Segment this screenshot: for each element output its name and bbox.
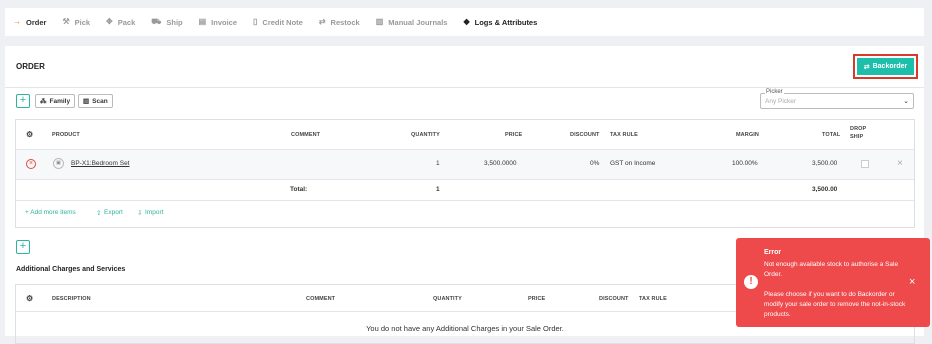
col-quantity: QUANTITY [411,132,440,138]
alert-icon: ! [744,275,758,289]
close-icon[interactable]: × [897,158,903,169]
line-tax-rule[interactable]: GST on Income [610,160,655,167]
ship-icon: ⛟ [151,17,162,26]
col-price: PRICE [505,132,523,138]
col-total: TOTAL [822,132,841,138]
col-discount: DISCOUNT [599,296,629,302]
order-lines-table: ⚙ PRODUCT COMMENT QUANTITY PRICE DISCOUN… [15,119,915,228]
tab-pack[interactable]: ✥ Pack [106,8,135,36]
scan-button[interactable]: ▥ Scan [78,94,113,108]
plus-icon: + [19,240,27,252]
col-margin: MARGIN [736,132,759,138]
col-comment: COMMENT [306,296,336,302]
col-comment: COMMENT [291,132,321,138]
add-charge-button[interactable]: + [16,240,30,254]
export-icon[interactable]: ⇪ [96,209,101,217]
col-drop: DROP [850,126,867,132]
col-quantity: QUANTITY [433,296,462,302]
import-link[interactable]: Import [145,209,163,216]
toast-title: Error [764,249,782,256]
arrow-right-icon: → [13,17,21,26]
line-price[interactable]: 3,500.0000 [484,160,517,167]
pack-icon: ✥ [106,17,113,26]
section-title: Additional Charges and Services [16,266,126,273]
backorder-label: Backorder [872,63,908,70]
picker-label: Picker [765,89,784,95]
chevron-down-icon: ⌄ [903,98,909,105]
pick-icon: ⚒ [62,17,70,26]
gear-icon[interactable]: ⚙ [26,130,33,139]
credit-note-icon: ▯ [253,17,258,26]
tab-order[interactable]: → Order [13,8,46,36]
tab-label: Invoice [211,17,238,27]
error-toast: ! Error Not enough available stock to au… [736,238,930,327]
tab-label: Manual Journals [388,17,448,27]
backorder-highlight: ⇄ Backorder [853,54,918,79]
picker-select[interactable]: Picker Any Picker ⌄ [760,89,914,109]
totals-total: 3,500.00 [812,186,838,193]
product-link[interactable]: BP-X1:Bedroom Set [71,160,130,167]
toast-message-detail: Please choose if you want to do Backorde… [764,291,906,318]
line-discount[interactable]: 0% [590,160,599,167]
tab-ship[interactable]: ⛟ Ship [151,8,182,36]
totals-row: Total: 1 3,500.00 [16,180,914,201]
col-ship: SHIP [850,134,864,140]
table-row: × ▣ BP-X1:Bedroom Set 1 3,500.0000 0% GS… [16,150,914,180]
close-icon[interactable]: × [909,276,915,288]
family-icon: ⁂ [40,98,47,105]
remove-line-icon[interactable]: × [26,159,36,169]
tab-label: Logs & Attributes [474,17,538,27]
tab-label: Pack [117,17,136,27]
col-price: PRICE [528,296,546,302]
tab-manual-journals[interactable]: ▥ Manual Journals [376,8,448,36]
tab-invoice[interactable]: ▤ Invoice [199,8,237,36]
tag-icon: ◆ [463,17,470,26]
backorder-button[interactable]: ⇄ Backorder [857,58,914,75]
divider [5,87,924,88]
col-description: DESCRIPTION [52,296,91,302]
tab-logs-attributes[interactable]: ◆ Logs & Attributes [463,8,537,36]
add-item-button[interactable]: + [16,94,30,108]
product-image-icon: ▣ [53,158,64,169]
restock-icon: ⇄ [318,17,326,26]
invoice-icon: ▤ [198,17,207,26]
tab-pick[interactable]: ⚒ Pick [62,8,90,36]
scan-label: Scan [92,97,108,105]
totals-label: Total: [290,186,308,193]
family-label: Family [49,97,71,105]
tab-label: Restock [330,17,360,27]
plus-icon: + [19,94,27,106]
toast-message: Not enough available stock to authorise … [764,261,899,278]
journal-icon: ▥ [375,17,384,26]
tab-label: Credit Note [262,17,303,27]
totals-quantity: 1 [436,186,440,193]
family-button[interactable]: ⁂ Family [35,94,76,108]
tab-bar: → Order ⚒ Pick ✥ Pack ⛟ Ship ▤ Invoice ▯ Credi… [5,8,924,36]
line-quantity[interactable]: 1 [436,160,440,167]
gear-icon[interactable]: ⚙ [26,294,33,303]
swap-icon: ⇄ [863,63,870,71]
col-tax-rule: TAX RULE [610,132,638,138]
col-discount: DISCOUNT [570,132,600,138]
table-actions: + Add more items ⇪ Export ⇩ Import [16,209,914,221]
barcode-icon: ▥ [83,98,90,105]
table-header: ⚙ PRODUCT COMMENT QUANTITY PRICE DISCOUN… [16,120,914,150]
col-tax-rule: TAX RULE [639,296,667,302]
add-more-items-link[interactable]: + Add more items [25,209,76,216]
picker-placeholder: Any Picker [765,98,797,105]
drop-ship-checkbox[interactable] [861,160,869,168]
import-icon[interactable]: ⇩ [137,209,142,217]
col-product: PRODUCT [52,132,80,138]
page-title: ORDER [16,62,45,71]
tab-restock[interactable]: ⇄ Restock [319,8,360,36]
line-margin: 100.00% [732,160,758,167]
line-total: 3,500.00 [812,160,838,167]
tab-label: Pick [74,17,91,27]
tab-label: Ship [166,17,183,27]
export-link[interactable]: Export [104,209,123,216]
tab-credit-note[interactable]: ▯ Credit Note [253,8,303,36]
tab-label: Order [26,17,47,27]
